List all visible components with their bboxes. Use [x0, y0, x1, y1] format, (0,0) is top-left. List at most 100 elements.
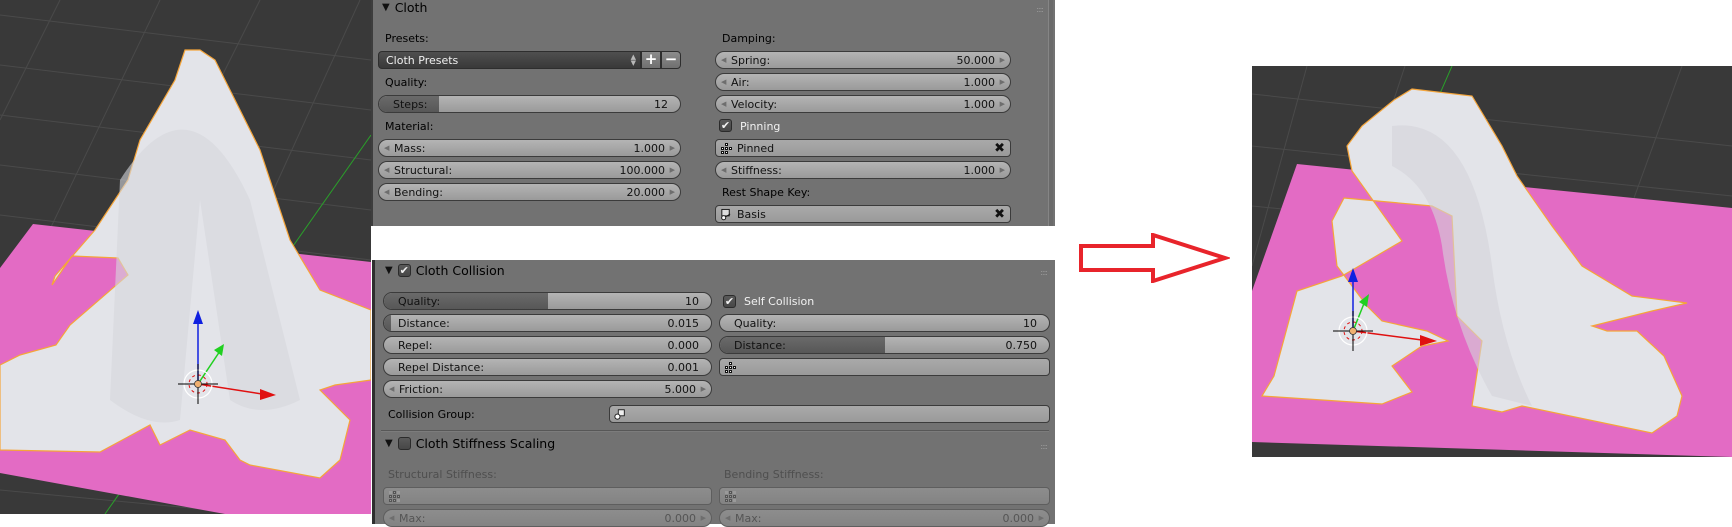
field-name: Max: [399, 511, 426, 525]
remove-preset-button[interactable]: − [661, 51, 681, 69]
field-name: Friction: [399, 382, 443, 396]
viewport-before-simulation[interactable] [0, 0, 371, 514]
field-name: Quality: [398, 294, 441, 308]
increment-arrow-icon[interactable]: ▶ [701, 385, 706, 393]
scene-before [0, 0, 371, 514]
field-value: 1.000 [963, 163, 996, 177]
vertex-group-icon [388, 490, 400, 502]
air-damping-field[interactable]: ◀ Air: 1.000 ▶ [715, 73, 1011, 91]
structural-stiffness-label: Structural Stiffness: [388, 468, 497, 481]
viewport-after-simulation[interactable] [1252, 66, 1732, 457]
cloth-collision-header[interactable]: ▼ ✔ Cloth Collision [385, 263, 505, 278]
field-value: 0.000 [667, 338, 700, 352]
velocity-damping-field[interactable]: ◀ Velocity: 1.000 ▶ [715, 95, 1011, 113]
pinning-label: Pinning [740, 120, 781, 133]
field-name: Max: [735, 511, 762, 525]
rest-shape-key-value: Basis [737, 207, 766, 221]
decrement-arrow-icon[interactable]: ◀ [721, 78, 726, 86]
panel-drag-grip-icon[interactable]: :::: [1040, 268, 1048, 277]
self-collision-quality-slider[interactable]: Quality: 10 [719, 314, 1050, 332]
increment-arrow-icon[interactable]: ▶ [1000, 56, 1005, 64]
increment-arrow-icon[interactable]: ▶ [670, 166, 675, 174]
material-label: Material: [385, 120, 434, 133]
collision-quality-slider[interactable]: Quality: 10 [383, 292, 712, 310]
collapse-triangle-icon[interactable]: ▼ [382, 2, 390, 13]
repel-slider[interactable]: Repel: 0.000 [383, 336, 712, 354]
field-name: Quality: [734, 316, 777, 330]
updown-arrows-icon: ▲ ▼ [630, 53, 636, 67]
steps-slider[interactable]: Steps: 12 [378, 95, 681, 113]
field-value: 100.000 [619, 163, 666, 177]
stiffness-scaling-enable-checkbox[interactable] [397, 437, 411, 450]
increment-arrow-icon[interactable]: ▶ [1000, 78, 1005, 86]
structural-stiffness-vertex-group-field[interactable] [383, 487, 712, 505]
add-preset-button[interactable]: + [641, 51, 661, 69]
decrement-arrow-icon[interactable]: ◀ [384, 188, 389, 196]
field-name: Structural: [394, 163, 453, 177]
decrement-arrow-icon[interactable]: ◀ [389, 514, 394, 522]
rest-shape-key-field[interactable]: Basis ✖ [715, 205, 1011, 223]
shape-key-icon [720, 208, 732, 220]
field-value: 1.000 [633, 141, 666, 155]
panel-divider [381, 430, 1049, 432]
mass-field[interactable]: ◀ Mass: 1.000 ▶ [378, 139, 681, 157]
bending-stiffness-max-field[interactable]: ◀ Max: 0.000 ▶ [719, 509, 1050, 527]
cloth-stiffness-scaling-header[interactable]: ▼ Cloth Stiffness Scaling [385, 436, 555, 451]
rest-shape-key-label: Rest Shape Key: [722, 186, 811, 199]
panel-drag-grip-icon[interactable]: :::: [1040, 442, 1048, 451]
repel-distance-slider[interactable]: Repel Distance: 0.001 [383, 358, 712, 376]
field-value: 50.000 [956, 53, 996, 67]
clear-icon[interactable]: ✖ [994, 207, 1005, 222]
spring-damping-field[interactable]: ◀ Spring: 50.000 ▶ [715, 51, 1011, 69]
increment-arrow-icon[interactable]: ▶ [1000, 166, 1005, 174]
decrement-arrow-icon[interactable]: ◀ [721, 100, 726, 108]
friction-field[interactable]: ◀ Friction: 5.000 ▶ [383, 380, 712, 398]
decrement-arrow-icon[interactable]: ◀ [389, 385, 394, 393]
decrement-arrow-icon[interactable]: ◀ [384, 144, 389, 152]
quality-label: Quality: [385, 76, 428, 89]
increment-arrow-icon[interactable]: ▶ [1039, 514, 1044, 522]
cloth-panel-title: Cloth [394, 0, 428, 15]
pin-group-field[interactable]: Pinned ✖ [715, 139, 1011, 157]
collision-group-label: Collision Group: [388, 408, 475, 421]
scene-after [1252, 66, 1732, 457]
cloth-panel-header[interactable]: ▼ Cloth [382, 0, 427, 15]
panel-drag-grip-icon[interactable]: :::: [1036, 5, 1044, 14]
increment-arrow-icon[interactable]: ▶ [670, 144, 675, 152]
collision-distance-slider[interactable]: Distance: 0.015 [383, 314, 712, 332]
decrement-arrow-icon[interactable]: ◀ [725, 514, 730, 522]
field-value: 0.750 [1005, 338, 1038, 352]
vertex-group-icon [724, 361, 736, 373]
structural-field[interactable]: ◀ Structural: 100.000 ▶ [378, 161, 681, 179]
cloth-collision-title: Cloth Collision [415, 263, 505, 278]
bending-field[interactable]: ◀ Bending: 20.000 ▶ [378, 183, 681, 201]
self-collision-checkbox[interactable]: ✔ [723, 295, 736, 308]
field-value: 0.000 [1002, 511, 1035, 525]
cloth-collision-enable-checkbox[interactable]: ✔ [397, 264, 411, 277]
object-group-icon [614, 408, 626, 420]
increment-arrow-icon[interactable]: ▶ [1000, 100, 1005, 108]
increment-arrow-icon[interactable]: ▶ [701, 514, 706, 522]
clear-icon[interactable]: ✖ [994, 141, 1005, 156]
collision-group-field[interactable] [609, 405, 1050, 423]
cloth-stiffness-scaling-title: Cloth Stiffness Scaling [415, 436, 556, 451]
field-value: 12 [654, 97, 668, 111]
decrement-arrow-icon[interactable]: ◀ [721, 56, 726, 64]
field-value: 20.000 [626, 185, 666, 199]
cloth-collision-panel: ▼ ✔ Cloth Collision :::: Quality: 10 Dis… [372, 260, 1055, 527]
field-name: Air: [731, 75, 750, 89]
pinning-checkbox[interactable]: ✔ [719, 119, 732, 132]
self-collision-distance-slider[interactable]: Distance: 0.750 [719, 336, 1050, 354]
field-name: Distance: [734, 338, 786, 352]
decrement-arrow-icon[interactable]: ◀ [384, 166, 389, 174]
pin-stiffness-field[interactable]: ◀ Stiffness: 1.000 ▶ [715, 161, 1011, 179]
increment-arrow-icon[interactable]: ▶ [670, 188, 675, 196]
collapse-triangle-icon[interactable]: ▼ [385, 438, 393, 449]
collapse-triangle-icon[interactable]: ▼ [385, 265, 393, 276]
self-collision-vertex-group-field[interactable] [719, 358, 1050, 376]
structural-stiffness-max-field[interactable]: ◀ Max: 0.000 ▶ [383, 509, 712, 527]
decrement-arrow-icon[interactable]: ◀ [721, 166, 726, 174]
panel-scrollbar[interactable] [1048, 0, 1053, 226]
bending-stiffness-vertex-group-field[interactable] [719, 487, 1050, 505]
cloth-presets-dropdown[interactable]: Cloth Presets ▲ ▼ [378, 51, 641, 69]
